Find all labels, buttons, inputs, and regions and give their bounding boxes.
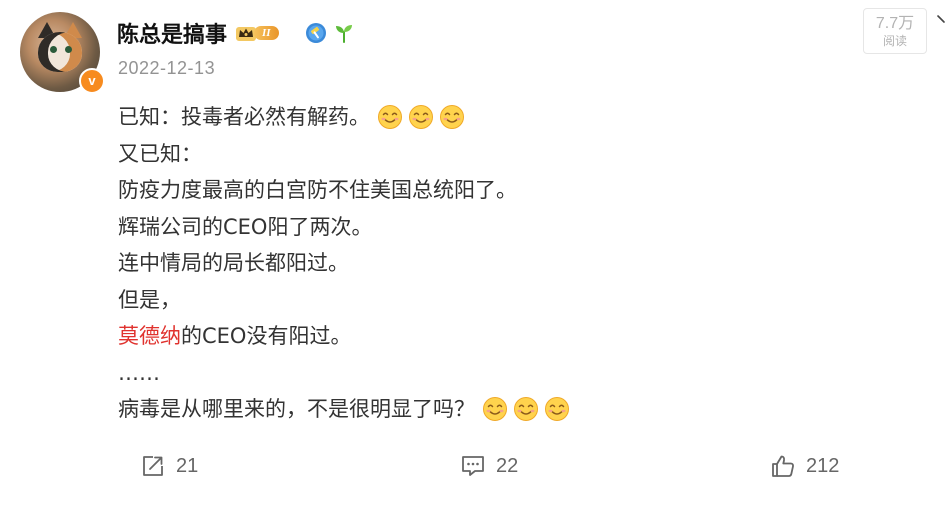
post-line: 辉瑞公司的CEO阳了两次。 xyxy=(118,209,858,246)
post-content: 已知：投毒者必然有解药。 又已知： 防疫力度最高的白宫防不住美国总统阳了。 辉瑞… xyxy=(118,99,858,428)
comment-icon xyxy=(462,456,484,476)
vip-badge[interactable]: II xyxy=(235,24,279,42)
smile-emoji-icon xyxy=(483,397,507,422)
smile-emoji-icon xyxy=(378,105,402,130)
comment-count: 22 xyxy=(496,454,519,477)
smile-emoji-icon xyxy=(514,397,538,422)
thumbs-up-icon xyxy=(772,455,794,477)
post-line-text: 辉瑞公司的CEO阳了两次。 xyxy=(118,214,373,239)
post-line: 莫德纳 的CEO没有阳过。 xyxy=(118,318,858,355)
post-line-text: …… xyxy=(118,360,160,385)
like-button[interactable]: 212 xyxy=(770,448,839,484)
post-line-text: 的CEO没有阳过。 xyxy=(181,324,352,348)
weibo-post-card: v 陈总是搞事 II 2022-12-13 7.7万 阅读 已知：投毒者必然有解… xyxy=(0,0,949,511)
post-line: 又已知： xyxy=(118,136,858,173)
post-line-text: 连中情局的局长都阳过。 xyxy=(118,251,349,275)
post-date[interactable]: 2022-12-13 xyxy=(118,58,215,79)
smile-emoji-icon xyxy=(440,105,464,130)
post-line: 已知：投毒者必然有解药。 xyxy=(118,99,858,136)
share-count: 21 xyxy=(176,454,199,477)
post-line-text: 病毒是从哪里来的，不是很明显了吗？ xyxy=(118,397,475,421)
comment-button[interactable]: 22 xyxy=(460,448,518,484)
post-line-text: 又已知： xyxy=(118,141,202,166)
avatar-cat-eye xyxy=(50,46,57,53)
sprout-icon[interactable] xyxy=(333,22,355,44)
user-name-row: 陈总是搞事 II xyxy=(117,16,355,50)
avatar-cat-eye xyxy=(65,46,72,53)
post-line: 防疫力度最高的白宫防不住美国总统阳了。 xyxy=(118,172,858,209)
share-button[interactable]: 21 xyxy=(140,448,198,484)
post-line-text: 已知：投毒者必然有解药。 xyxy=(118,105,370,129)
post-line: 连中情局的局长都阳过。 xyxy=(118,245,858,282)
verified-badge: v xyxy=(79,68,105,94)
read-count-label: 阅读 xyxy=(882,34,907,48)
post-line-text: 但是， xyxy=(118,287,181,312)
vip-level-label: II xyxy=(254,26,279,40)
smile-emoji-icon xyxy=(545,397,569,422)
post-line: 但是， xyxy=(118,282,858,319)
hammer-badge-icon[interactable] xyxy=(305,22,327,44)
avatar-cat-face xyxy=(38,32,82,72)
like-count: 212 xyxy=(806,454,840,477)
post-line-text: 防疫力度最高的白宫防不住美国总统阳了。 xyxy=(118,178,517,202)
read-count-box: 7.7万 阅读 xyxy=(863,8,927,54)
post-line: …… xyxy=(118,355,858,392)
read-count-number: 7.7万 xyxy=(875,15,915,32)
smile-emoji-icon xyxy=(409,105,433,130)
action-bar: 21 22 212 xyxy=(0,448,949,484)
chevron-down-icon[interactable] xyxy=(936,12,949,28)
post-line: 病毒是从哪里来的，不是很明显了吗？ xyxy=(118,391,858,428)
username[interactable]: 陈总是搞事 xyxy=(117,17,227,49)
share-icon xyxy=(143,456,163,476)
topic-link[interactable]: 莫德纳 xyxy=(118,318,181,355)
